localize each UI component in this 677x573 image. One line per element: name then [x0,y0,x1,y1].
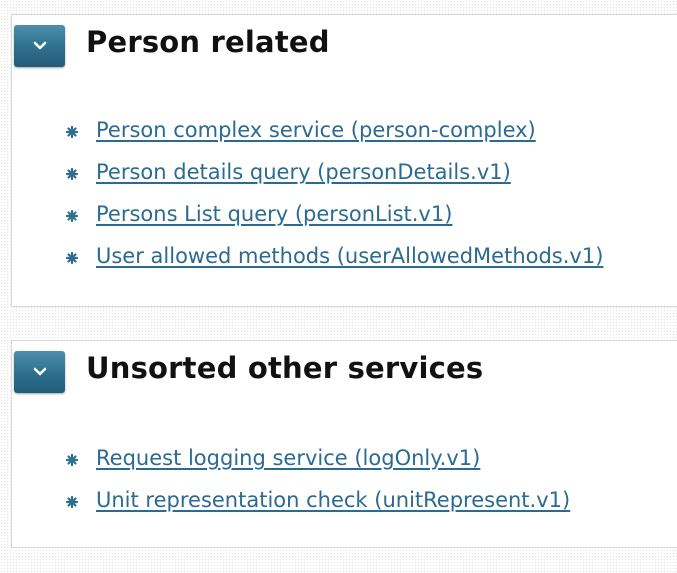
service-link[interactable]: Persons List query (personList.v1) [96,202,452,226]
list-item: User allowed methods (userAllowedMethods… [66,244,603,286]
asterisk-bullet-icon [66,168,78,180]
section-title: Person related [86,25,330,59]
service-link[interactable]: Person complex service (person-complex) [96,118,536,142]
service-link[interactable]: Person details query (personDetails.v1) [96,160,511,184]
service-link[interactable]: Request logging service (logOnly.v1) [96,446,480,470]
list-item: Person details query (personDetails.v1) [66,160,603,202]
asterisk-bullet-icon [66,496,78,508]
chevron-down-icon [33,367,46,376]
section-toggle-button[interactable] [14,25,65,67]
asterisk-bullet-icon [66,210,78,222]
service-list: Person complex service (person-complex) … [66,118,603,286]
service-list: Request logging service (logOnly.v1) Uni… [66,446,570,530]
service-link[interactable]: User allowed methods (userAllowedMethods… [96,244,603,268]
section-person-related: Person related Person complex service (p… [11,14,677,307]
service-link[interactable]: Unit representation check (unitRepresent… [96,488,570,512]
section-toggle-button[interactable] [14,351,65,393]
list-item: Persons List query (personList.v1) [66,202,603,244]
list-item: Unit representation check (unitRepresent… [66,488,570,530]
chevron-down-icon [33,41,46,50]
list-item: Request logging service (logOnly.v1) [66,446,570,488]
section-unsorted-other-services: Unsorted other services Request logging … [11,340,677,548]
asterisk-bullet-icon [66,252,78,264]
asterisk-bullet-icon [66,126,78,138]
section-header: Unsorted other services [12,341,677,393]
asterisk-bullet-icon [66,454,78,466]
section-title: Unsorted other services [86,351,484,385]
section-header: Person related [12,15,677,67]
list-item: Person complex service (person-complex) [66,118,603,160]
